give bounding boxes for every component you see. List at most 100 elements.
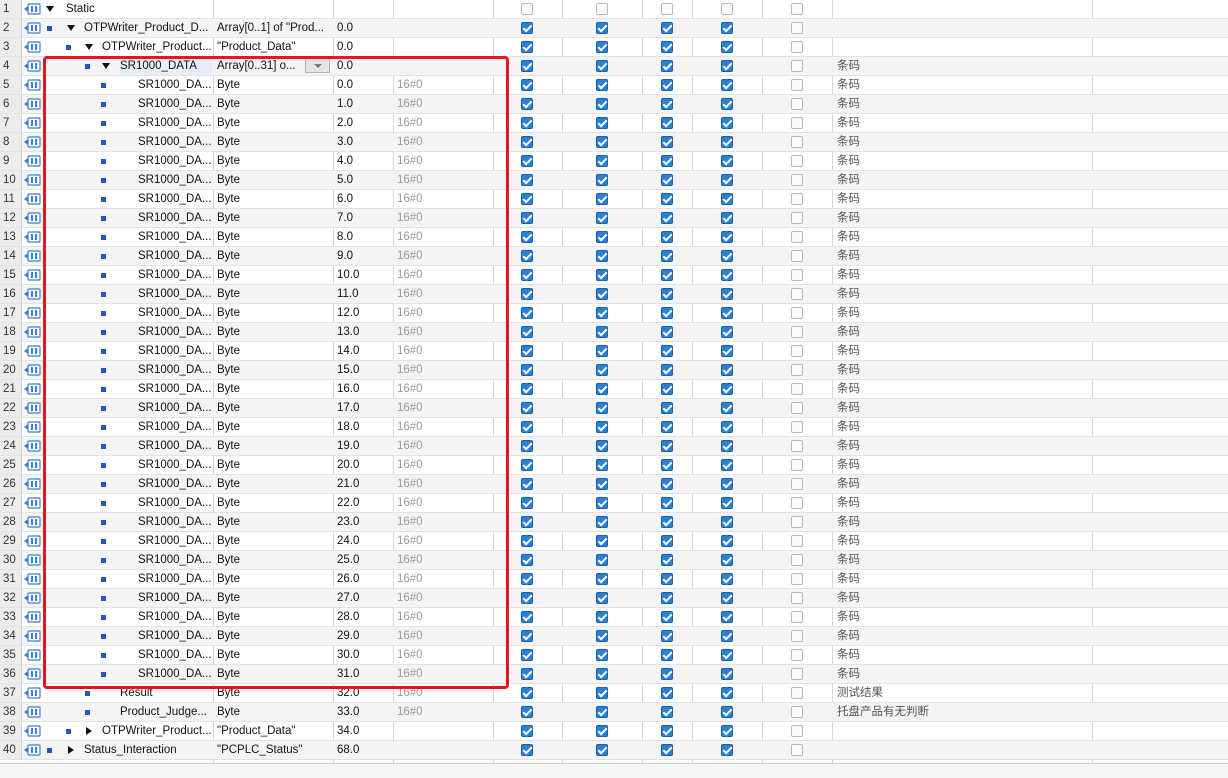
attribute-checkbox[interactable] — [521, 174, 533, 186]
attribute-checkbox[interactable] — [791, 98, 803, 110]
data-type-cell[interactable]: Byte — [214, 152, 332, 170]
tag-name-cell[interactable]: SR1000_DA... — [138, 285, 212, 303]
attribute-checkbox[interactable] — [721, 345, 733, 357]
attribute-checkbox[interactable] — [721, 193, 733, 205]
table-row[interactable]: 38 Product_Judge... Byte 33.0 16#0 托盘产品有无判断 — [0, 703, 1228, 722]
attribute-checkbox[interactable] — [521, 60, 533, 72]
attribute-checkbox[interactable] — [721, 98, 733, 110]
attribute-checkbox[interactable] — [721, 706, 733, 718]
attribute-checkbox[interactable] — [791, 231, 803, 243]
attribute-checkbox[interactable] — [661, 554, 673, 566]
attribute-checkbox[interactable] — [661, 402, 673, 414]
attribute-checkbox[interactable] — [721, 231, 733, 243]
attribute-checkbox[interactable] — [521, 307, 533, 319]
attribute-checkbox[interactable] — [721, 250, 733, 262]
attribute-checkbox[interactable] — [721, 668, 733, 680]
attribute-checkbox[interactable] — [661, 478, 673, 490]
attribute-checkbox[interactable] — [521, 79, 533, 91]
table-row[interactable]: 30 SR1000_DA... Byte 25.0 16#0 条码 — [0, 551, 1228, 570]
comment-cell[interactable] — [836, 38, 1091, 56]
attribute-checkbox[interactable] — [661, 79, 673, 91]
comment-cell[interactable]: 条码 — [836, 190, 1091, 208]
data-type-cell[interactable]: Byte — [214, 646, 332, 664]
data-type-cell[interactable]: Byte — [214, 266, 332, 284]
attribute-checkbox[interactable] — [721, 630, 733, 642]
table-row[interactable]: 7 SR1000_DA... Byte 2.0 16#0 条码 — [0, 114, 1228, 133]
attribute-checkbox[interactable] — [596, 402, 608, 414]
attribute-checkbox[interactable] — [721, 402, 733, 414]
data-type-cell[interactable]: Byte — [214, 342, 332, 360]
attribute-checkbox[interactable] — [521, 136, 533, 148]
attribute-checkbox[interactable] — [661, 725, 673, 737]
data-type-cell[interactable]: Byte — [214, 323, 332, 341]
attribute-checkbox[interactable] — [791, 345, 803, 357]
table-row[interactable]: 6 SR1000_DA... Byte 1.0 16#0 条码 — [0, 95, 1228, 114]
attribute-checkbox[interactable] — [791, 326, 803, 338]
default-value-cell[interactable]: 16#0 — [394, 304, 492, 322]
tag-name-cell[interactable]: OTPWriter_Product_D... — [84, 19, 212, 37]
attribute-checkbox[interactable] — [721, 687, 733, 699]
attribute-checkbox[interactable] — [521, 231, 533, 243]
attribute-checkbox[interactable] — [521, 326, 533, 338]
attribute-checkbox[interactable] — [661, 60, 673, 72]
table-row[interactable]: 39 OTPWriter_Product... "Product_Data" 34.0 — [0, 722, 1228, 741]
default-value-cell[interactable]: 16#0 — [394, 133, 492, 151]
data-type-cell[interactable]: Byte — [214, 684, 332, 702]
attribute-checkbox[interactable] — [661, 744, 673, 756]
default-value-cell[interactable]: 16#0 — [394, 361, 492, 379]
comment-cell[interactable]: 条码 — [836, 95, 1091, 113]
attribute-checkbox[interactable] — [791, 687, 803, 699]
attribute-checkbox[interactable] — [521, 687, 533, 699]
attribute-checkbox[interactable] — [521, 706, 533, 718]
tag-name-cell[interactable]: Result — [120, 684, 212, 702]
attribute-checkbox[interactable] — [791, 174, 803, 186]
table-row[interactable]: 18 SR1000_DA... Byte 13.0 16#0 条码 — [0, 323, 1228, 342]
data-type-cell[interactable]: "Product_Data" — [214, 722, 332, 740]
attribute-checkbox[interactable] — [596, 79, 608, 91]
comment-cell[interactable]: 条码 — [836, 665, 1091, 683]
data-type-cell[interactable]: Byte — [214, 247, 332, 265]
attribute-checkbox[interactable] — [661, 421, 673, 433]
attribute-checkbox[interactable] — [596, 630, 608, 642]
attribute-checkbox[interactable] — [791, 497, 803, 509]
data-type-cell[interactable]: Byte — [214, 589, 332, 607]
attribute-checkbox[interactable] — [721, 41, 733, 53]
data-type-cell[interactable]: Byte — [214, 285, 332, 303]
attribute-checkbox[interactable] — [596, 307, 608, 319]
table-row[interactable]: 36 SR1000_DA... Byte 31.0 16#0 条码 — [0, 665, 1228, 684]
tag-name-cell[interactable]: SR1000_DA... — [138, 399, 212, 417]
attribute-checkbox[interactable] — [596, 326, 608, 338]
attribute-checkbox[interactable] — [661, 269, 673, 281]
expand-arrow-icon[interactable] — [68, 746, 74, 754]
attribute-checkbox[interactable] — [521, 649, 533, 661]
attribute-checkbox[interactable] — [661, 573, 673, 585]
table-row[interactable]: 1 Static — [0, 0, 1228, 19]
data-type-cell[interactable]: Byte — [214, 380, 332, 398]
data-type-cell[interactable]: Byte — [214, 304, 332, 322]
attribute-checkbox[interactable] — [521, 535, 533, 547]
table-row[interactable]: 26 SR1000_DA... Byte 21.0 16#0 条码 — [0, 475, 1228, 494]
attribute-checkbox[interactable] — [521, 22, 533, 34]
comment-cell[interactable]: 条码 — [836, 456, 1091, 474]
attribute-checkbox[interactable] — [661, 592, 673, 604]
attribute-checkbox[interactable] — [521, 155, 533, 167]
table-row[interactable]: 15 SR1000_DA... Byte 10.0 16#0 条码 — [0, 266, 1228, 285]
default-value-cell[interactable] — [394, 741, 492, 759]
attribute-checkbox[interactable] — [596, 516, 608, 528]
tag-name-cell[interactable]: SR1000_DA... — [138, 513, 212, 531]
default-value-cell[interactable] — [394, 722, 492, 740]
attribute-checkbox[interactable] — [661, 136, 673, 148]
tag-name-cell[interactable]: SR1000_DA... — [138, 532, 212, 550]
attribute-checkbox[interactable] — [596, 573, 608, 585]
tag-name-cell[interactable]: SR1000_DA... — [138, 171, 212, 189]
default-value-cell[interactable]: 16#0 — [394, 494, 492, 512]
attribute-checkbox[interactable] — [791, 611, 803, 623]
table-row[interactable]: 35 SR1000_DA... Byte 30.0 16#0 条码 — [0, 646, 1228, 665]
attribute-checkbox[interactable] — [661, 250, 673, 262]
default-value-cell[interactable]: 16#0 — [394, 627, 492, 645]
tag-name-cell[interactable]: SR1000_DA... — [138, 152, 212, 170]
attribute-checkbox[interactable] — [721, 459, 733, 471]
data-type-cell[interactable] — [214, 0, 332, 18]
tag-name-cell[interactable]: SR1000_DA... — [138, 266, 212, 284]
attribute-checkbox[interactable] — [521, 193, 533, 205]
